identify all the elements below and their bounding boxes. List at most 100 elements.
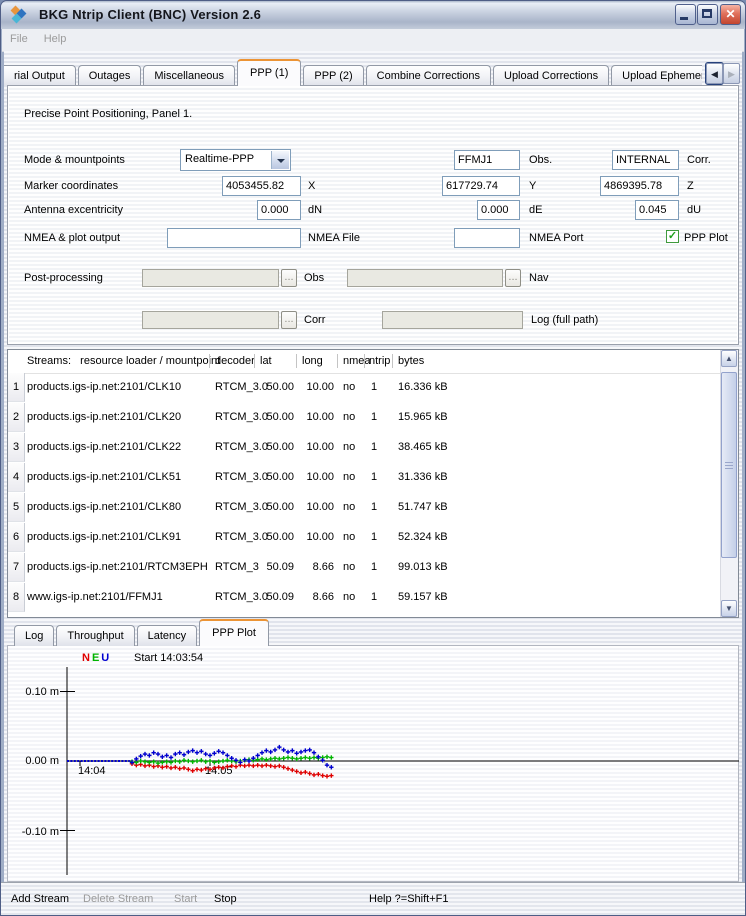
corr-label: Corr. [687, 154, 711, 166]
nmea-port-label: NMEA Port [529, 232, 583, 244]
antenna-du-field[interactable] [635, 200, 679, 220]
table-row[interactable]: 4products.igs-ip.net:2101/CLK51RTCM_3.05… [8, 463, 720, 493]
row-number: 1 [8, 373, 25, 402]
nmea-file-field[interactable] [167, 228, 301, 248]
cell-nmea: no [343, 561, 367, 573]
cell-bytes: 59.157 kB [398, 591, 468, 603]
marker-x-label: X [308, 180, 315, 192]
cell-ntrip: 1 [371, 411, 385, 423]
header-nmea: nmea [343, 355, 371, 367]
post-corr-label: Corr [304, 314, 325, 326]
cell-lat: 50.00 [254, 471, 294, 483]
cell-long: 10.00 [296, 441, 334, 453]
bottom-tab-throughput[interactable]: Throughput [56, 625, 134, 646]
marker-z-field[interactable] [600, 176, 679, 196]
post-log-label: Log (full path) [531, 314, 598, 326]
delete-stream-button[interactable]: Delete Stream [83, 893, 153, 905]
minimize-button[interactable] [675, 4, 696, 25]
post-obs-browse-button[interactable]: ... [281, 269, 297, 287]
cell-bytes: 99.013 kB [398, 561, 468, 573]
cell-mountpoint: products.igs-ip.net:2101/CLK91 [27, 531, 207, 543]
cell-lat: 50.00 [254, 381, 294, 393]
antenna-dn-field[interactable] [257, 200, 301, 220]
post-obs-field [142, 269, 279, 287]
post-nav-browse-button[interactable]: ... [505, 269, 521, 287]
tab-upload-corrections[interactable]: Upload Corrections [493, 65, 609, 86]
minimize-icon [680, 17, 688, 20]
table-row[interactable]: 2products.igs-ip.net:2101/CLK20RTCM_3.05… [8, 403, 720, 433]
header-streams: Streams: resource loader / mountpoint [27, 355, 220, 367]
cell-long: 8.66 [296, 591, 334, 603]
tab-rial-output[interactable]: rial Output [4, 65, 76, 86]
mode-combobox[interactable]: Realtime-PPP [180, 149, 291, 171]
ppp-plot-checkbox[interactable]: ✓ [666, 230, 679, 243]
scroll-down-icon[interactable]: ▼ [721, 600, 737, 617]
row-number: 2 [8, 403, 25, 432]
row-number: 8 [8, 583, 25, 612]
nmea-port-field[interactable] [454, 228, 520, 248]
nmea-file-label: NMEA File [308, 232, 360, 244]
obs-mountpoint-field[interactable] [454, 150, 520, 170]
cell-nmea: no [343, 501, 367, 513]
post-corr-browse-button[interactable]: ... [281, 311, 297, 329]
cell-nmea: no [343, 381, 367, 393]
maximize-button[interactable] [697, 4, 718, 25]
tab-scroll-left-icon[interactable]: ◀ [706, 63, 723, 84]
table-row[interactable]: 6products.igs-ip.net:2101/CLK91RTCM_3.05… [8, 523, 720, 553]
close-icon: ✕ [725, 7, 735, 21]
menu-file[interactable]: File [2, 29, 36, 45]
tab-miscellaneous[interactable]: Miscellaneous [143, 65, 235, 86]
table-row[interactable]: 7products.igs-ip.net:2101/RTCM3EPHRTCM_3… [8, 553, 720, 583]
client-area: rial OutputOutagesMiscellaneousPPP (1)PP… [4, 51, 742, 915]
corr-mountpoint-field[interactable] [612, 150, 679, 170]
titlebar[interactable]: BKG Ntrip Client (BNC) Version 2.6 ✕ [1, 1, 745, 29]
tab-outages[interactable]: Outages [78, 65, 142, 86]
cell-ntrip: 1 [371, 561, 385, 573]
cell-nmea: no [343, 591, 367, 603]
cell-mountpoint: products.igs-ip.net:2101/CLK10 [27, 381, 207, 393]
cell-bytes: 16.336 kB [398, 381, 468, 393]
bottom-tab-log[interactable]: Log [14, 625, 54, 646]
tab-scroll-right-icon[interactable]: ▶ [723, 63, 740, 84]
window-title: BKG Ntrip Client (BNC) Version 2.6 [39, 7, 261, 22]
antenna-du-label: dU [687, 204, 701, 216]
add-stream-button[interactable]: Add Stream [11, 893, 69, 905]
marker-y-field[interactable] [442, 176, 520, 196]
help-shortcut-label: Help ?=Shift+F1 [369, 893, 449, 905]
start-button[interactable]: Start [174, 893, 197, 905]
tab-ppp-1[interactable]: PPP (1) [237, 59, 301, 86]
close-button[interactable]: ✕ [720, 4, 741, 25]
menu-help[interactable]: Help [36, 29, 75, 45]
ppp-plot-checkbox-label: PPP Plot [684, 232, 728, 244]
bottom-tab-latency[interactable]: Latency [137, 625, 198, 646]
tab-upload-ephemeris[interactable]: Upload Ephemeris [611, 65, 702, 86]
tab-combine-corrections[interactable]: Combine Corrections [366, 65, 491, 86]
row-number: 3 [8, 433, 25, 462]
statusbar: Add Stream Delete Stream Start Stop Help… [1, 882, 745, 915]
table-row[interactable]: 5products.igs-ip.net:2101/CLK80RTCM_3.05… [8, 493, 720, 523]
cell-nmea: no [343, 441, 367, 453]
tab-ppp-2[interactable]: PPP (2) [303, 65, 363, 86]
header-bytes: bytes [398, 355, 424, 367]
post-log-field [382, 311, 523, 329]
scrollbar-thumb[interactable] [721, 372, 737, 558]
stop-button[interactable]: Stop [214, 893, 237, 905]
table-row[interactable]: 8www.igs-ip.net:2101/FFMJ1RTCM_3.050.098… [8, 583, 720, 613]
table-row[interactable]: 3products.igs-ip.net:2101/CLK22RTCM_3.05… [8, 433, 720, 463]
table-vertical-scrollbar[interactable]: ▲ ▼ [720, 350, 738, 617]
bottom-tab-ppp-plot[interactable]: PPP Plot [199, 619, 269, 646]
table-row[interactable]: 1products.igs-ip.net:2101/CLK10RTCM_3.05… [8, 373, 720, 403]
cell-mountpoint: products.igs-ip.net:2101/CLK80 [27, 501, 207, 513]
cell-nmea: no [343, 531, 367, 543]
marker-x-field[interactable] [222, 176, 301, 196]
cell-long: 10.00 [296, 531, 334, 543]
ppp-plot-panel: NEU Start 14:03:54 0.10 m 0.00 m -0.10 m… [7, 645, 739, 882]
mode-row-label: Mode & mountpoints [24, 154, 125, 166]
header-decoder: decoder [215, 355, 255, 367]
tab-scroll-arrows: ◀▶ [706, 63, 740, 84]
combobox-dropdown-button[interactable] [271, 151, 289, 169]
cell-long: 8.66 [296, 561, 334, 573]
antenna-de-field[interactable] [477, 200, 520, 220]
cell-bytes: 51.747 kB [398, 501, 468, 513]
scroll-up-icon[interactable]: ▲ [721, 350, 737, 367]
